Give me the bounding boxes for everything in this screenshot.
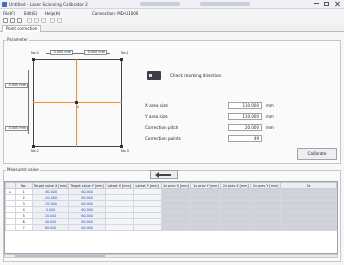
paste-icon[interactable] bbox=[41, 18, 46, 23]
blurred-region bbox=[140, 2, 180, 6]
new-icon[interactable] bbox=[3, 18, 8, 23]
check-direction-text: Check marking direction. bbox=[170, 73, 223, 78]
save-icon[interactable] bbox=[17, 18, 22, 23]
target-x-cell[interactable]: 60.000 bbox=[31, 224, 70, 231]
prev3-x-cell[interactable] bbox=[280, 224, 337, 231]
corner-marker bbox=[32, 145, 35, 148]
dimension-line bbox=[28, 70, 29, 134]
y-area-size-unit: mm bbox=[266, 114, 274, 119]
scrollbar-thumb[interactable] bbox=[15, 255, 105, 257]
maximize-button[interactable] bbox=[322, 1, 331, 7]
open-icon[interactable] bbox=[10, 18, 15, 23]
cut-icon[interactable] bbox=[27, 18, 32, 23]
x-area-size-unit: mm bbox=[266, 103, 274, 108]
minimize-icon bbox=[314, 3, 319, 4]
measured-value-table: No. Target value X [mm] Target value Y [… bbox=[4, 181, 338, 254]
corner-label: No.1 bbox=[121, 51, 129, 55]
frame-bottom bbox=[33, 146, 122, 147]
close-button[interactable] bbox=[333, 1, 342, 7]
frame-left bbox=[33, 59, 34, 147]
corner-marker bbox=[32, 58, 35, 61]
toolbar bbox=[0, 17, 344, 24]
table-row[interactable]: 7 60.000 60.000 bbox=[5, 224, 337, 231]
x-area-size-label: X area size bbox=[145, 103, 168, 108]
center-label: 0 bbox=[77, 105, 80, 109]
menu-bar: File(F) Edit(E) Help(H) Connection: MD-U… bbox=[0, 9, 344, 17]
maximize-icon bbox=[324, 2, 329, 6]
latest-y-cell[interactable] bbox=[132, 224, 162, 231]
app-icon bbox=[2, 2, 7, 7]
corner-label: No.3 bbox=[121, 149, 129, 153]
menu-help[interactable]: Help(H) bbox=[45, 11, 60, 16]
tab-strip: Point correction bbox=[0, 24, 344, 32]
correction-pitch-input[interactable]: 20.000 bbox=[228, 124, 262, 131]
horizontal-scrollbar[interactable] bbox=[4, 254, 338, 258]
correction-points-value: 49 bbox=[228, 135, 262, 142]
frame-top bbox=[33, 59, 122, 60]
copy-icon[interactable] bbox=[34, 18, 39, 23]
corner-label: No.0 bbox=[31, 51, 39, 55]
left-dimension-2: 0.000 mm bbox=[5, 126, 28, 131]
corner-marker bbox=[120, 145, 123, 148]
undo-icon[interactable] bbox=[50, 18, 55, 23]
origin-marker bbox=[75, 101, 78, 104]
correction-points-label: Correction points bbox=[145, 136, 181, 141]
blurred-region bbox=[200, 2, 250, 6]
prev2-y-cell[interactable] bbox=[250, 224, 282, 231]
menu-file[interactable]: File(F) bbox=[3, 11, 15, 16]
menu-edit[interactable]: Edit(E) bbox=[24, 11, 37, 16]
y-area-size-input[interactable]: 110.000 bbox=[228, 113, 262, 120]
prev2-x-cell[interactable] bbox=[220, 224, 252, 231]
check-direction-icon[interactable] bbox=[147, 71, 161, 80]
tab-point-correction[interactable]: Point correction bbox=[2, 25, 42, 32]
minimize-button[interactable] bbox=[312, 1, 321, 7]
frame-right bbox=[121, 59, 122, 147]
calibrate-button[interactable]: Calibrate bbox=[297, 148, 337, 160]
prev1-y-cell[interactable] bbox=[190, 224, 222, 231]
title-bar: Untitled - Laser Scanning Calibrator 2 bbox=[0, 0, 344, 9]
measured-value-group-label: Measured value bbox=[6, 167, 40, 172]
corner-marker bbox=[120, 58, 123, 61]
y-area-size-label: Y area size bbox=[145, 114, 168, 119]
correction-area-diagram: No.0 No.1 No.2 No.3 0 0.000 mm 0.000 mm … bbox=[4, 42, 144, 154]
row-number[interactable]: 7 bbox=[14, 224, 33, 231]
corner-label: No.2 bbox=[31, 149, 39, 153]
window-title: Untitled - Laser Scanning Calibrator 2 bbox=[9, 2, 88, 7]
latest-x-cell[interactable] bbox=[104, 224, 134, 231]
x-area-size-input[interactable]: 110.000 bbox=[228, 102, 262, 109]
connection-status: Connection: MD-U1000 bbox=[92, 11, 139, 16]
redo-icon[interactable] bbox=[57, 18, 62, 23]
target-y-cell[interactable]: 60.000 bbox=[68, 224, 106, 231]
transfer-left-button[interactable] bbox=[150, 170, 178, 179]
correction-pitch-label: Correction pitch bbox=[145, 125, 179, 130]
prev1-x-cell[interactable] bbox=[160, 224, 192, 231]
top-dimension-2: 0.000 mm bbox=[84, 50, 107, 55]
left-dimension-1: 0.000 mm bbox=[5, 83, 28, 88]
correction-pitch-unit: mm bbox=[266, 125, 274, 130]
row-marker[interactable] bbox=[5, 224, 16, 231]
top-dimension-1: 0.000 mm bbox=[50, 50, 73, 55]
